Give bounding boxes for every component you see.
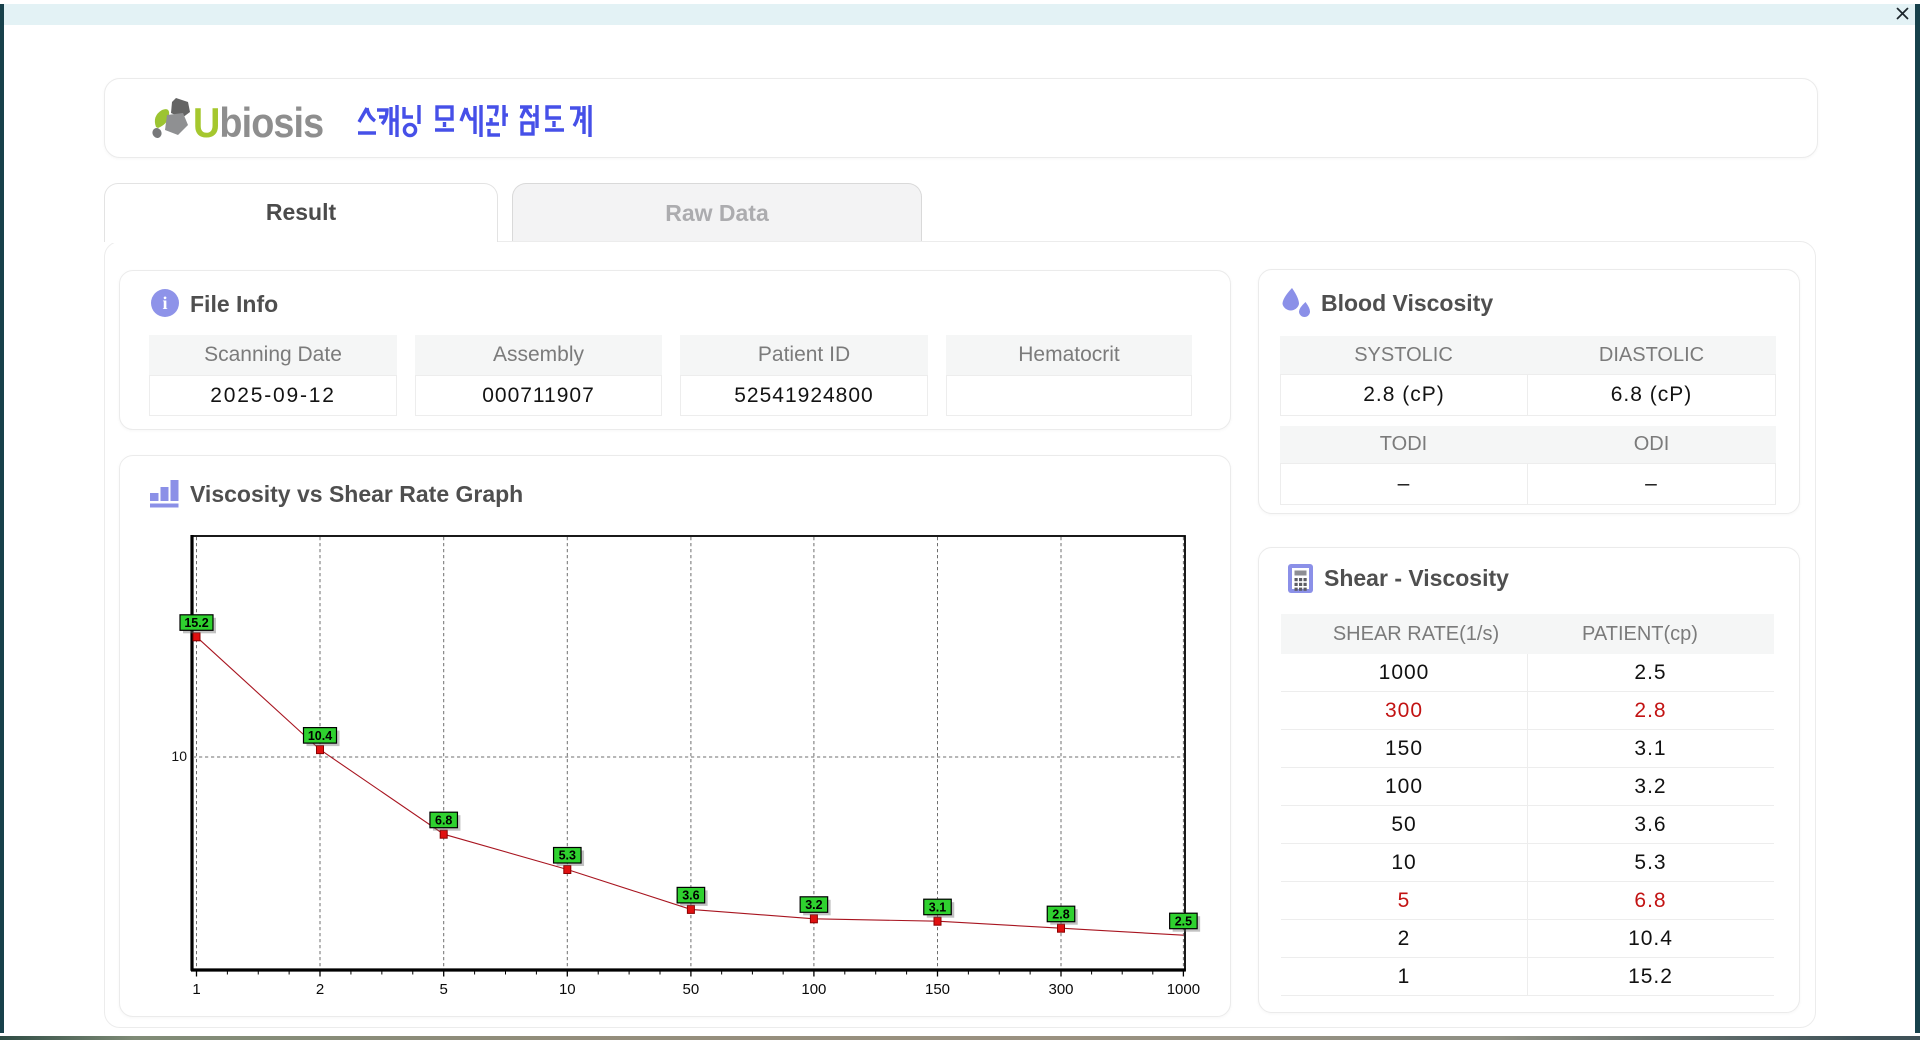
svg-text:15.2: 15.2	[184, 616, 208, 630]
svg-text:10: 10	[559, 981, 576, 998]
svg-text:10: 10	[171, 748, 187, 764]
svg-text:6.8: 6.8	[435, 813, 452, 827]
svg-text:100: 100	[801, 981, 826, 998]
svg-text:3.1: 3.1	[929, 900, 946, 914]
svg-text:1000: 1000	[1167, 981, 1200, 998]
svg-text:1: 1	[192, 981, 200, 998]
svg-text:2.8: 2.8	[1052, 907, 1069, 921]
svg-text:3.6: 3.6	[682, 889, 699, 903]
svg-text:50: 50	[683, 981, 700, 998]
svg-text:5.3: 5.3	[559, 849, 576, 863]
svg-text:3.2: 3.2	[805, 898, 822, 912]
svg-text:2.5: 2.5	[1175, 914, 1192, 928]
svg-text:10.4: 10.4	[308, 729, 332, 743]
svg-text:150: 150	[925, 981, 950, 998]
svg-text:300: 300	[1048, 981, 1073, 998]
svg-text:2: 2	[316, 981, 324, 998]
svg-text:5: 5	[440, 981, 448, 998]
